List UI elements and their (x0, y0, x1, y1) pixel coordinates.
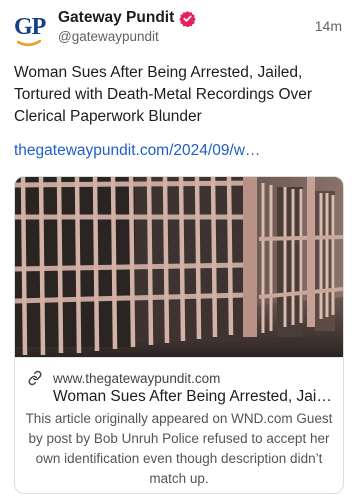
card-domain-row: www.thegatewaypundit.com (27, 370, 220, 386)
post-timestamp[interactable]: 14m (315, 18, 342, 34)
avatar-swoosh-icon (17, 40, 41, 47)
avatar[interactable]: GP (14, 12, 48, 47)
link-icon (28, 370, 42, 386)
card-body: www.thegatewaypundit.com Woman Sues Afte… (15, 357, 343, 493)
link-preview-card[interactable]: www.thegatewaypundit.com Woman Sues Afte… (14, 176, 344, 494)
card-image-jail-cells (15, 177, 343, 357)
post-text: Woman Sues After Being Arrested, Jailed,… (14, 64, 313, 125)
author-handle[interactable]: @gatewaypundit (58, 29, 159, 44)
verified-badge-icon (179, 10, 196, 27)
author-name[interactable]: Gateway Pundit (58, 9, 174, 27)
post: GP Gateway Pundit @gatewaypundit 14m Wom… (0, 0, 356, 500)
card-title: Woman Sues After Being Arrested, Jai… (53, 388, 332, 405)
card-description: This article originally appeared on WND.… (25, 411, 333, 486)
card-domain: www.thegatewaypundit.com (53, 370, 221, 386)
avatar-logo-text: GP (14, 14, 46, 40)
author-row: Gateway Pundit (58, 8, 196, 28)
post-link[interactable]: thegatewaypundit.com/2024/09/w… (14, 142, 344, 160)
